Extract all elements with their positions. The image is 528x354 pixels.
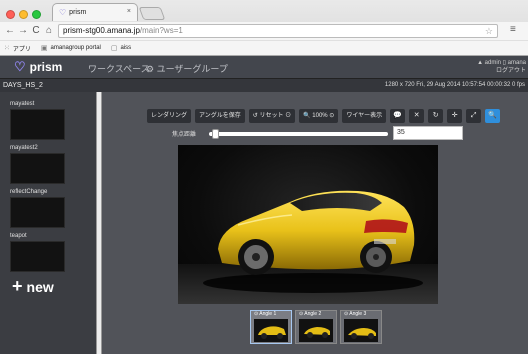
reset-button[interactable]: ↺ リセット ⊙ (248, 109, 296, 123)
url-path: /main?ws=1 (139, 26, 183, 35)
scene-label: mayatest2 (10, 145, 38, 151)
browser-menu-icon[interactable]: ≡ (510, 24, 516, 35)
forward-button[interactable]: → (17, 24, 29, 38)
address-bar[interactable]: prism-stg00.amana.jp/main?ws=1 ☆ (58, 24, 498, 38)
browser-chrome: ♡ prism × ← → C ⌂ prism-stg00.amana.jp/m… (0, 0, 528, 56)
angle-card[interactable]: ⊙ Angle 2 (295, 310, 337, 344)
angle-card[interactable]: ⊙ Angle 1 (250, 310, 292, 344)
render-button[interactable]: レンダリング (147, 109, 192, 123)
focal-length-input[interactable]: 35 (393, 126, 463, 140)
home-button[interactable]: ⌂ (43, 24, 55, 38)
close-window-button[interactable] (6, 10, 15, 19)
scene-sidebar: mayatest mayatest2 reflectChange teapot … (0, 92, 96, 354)
bookmark-label: アプリ (12, 46, 31, 53)
bookmarks-bar: ⁙ アプリ ▣ amanagroup portal ▢ aiss (0, 40, 528, 55)
browser-tab[interactable]: ♡ prism × (52, 3, 138, 21)
render-info: 1280 x 720 Fri, 29 Aug 2014 10:57:54 00:… (384, 82, 525, 88)
tab-close-icon[interactable]: × (127, 8, 131, 15)
tab-title: prism (69, 9, 87, 16)
new-tab-button[interactable] (138, 7, 166, 20)
prism-favicon-icon: ♡ (59, 8, 67, 17)
viewer-toolbar: レンダリング アングルを保存 ↺ リセット ⊙ 🔍 100% ⊙ ワイヤー表示 … (147, 109, 501, 123)
main-panel: レンダリング アングルを保存 ↺ リセット ⊙ 🔍 100% ⊙ ワイヤー表示 … (102, 92, 528, 354)
angle-thumbnail[interactable] (344, 319, 378, 342)
logo-text: prism (29, 60, 63, 74)
new-scene-button[interactable]: + new (12, 276, 54, 297)
car-thumbnail-image (258, 326, 286, 339)
page-icon: ▢ (110, 45, 118, 52)
bookmark-aiss[interactable]: ▢ aiss (111, 44, 131, 52)
page-icon: ▣ (40, 45, 48, 52)
search-icon[interactable]: 🔍 (485, 109, 501, 123)
browser-toolbar: ← → C ⌂ prism-stg00.amana.jp/main?ws=1 ☆… (0, 22, 528, 40)
angle-card[interactable]: ⊙ Angle 3 (340, 310, 382, 344)
url-host: prism-stg00.amana.jp (63, 26, 140, 35)
user-menu: ▲ admin ▯ amana ログアウト (477, 59, 526, 75)
expand-icon[interactable]: ⤢ (466, 109, 482, 123)
status-bar: DAYS_HS_2 1280 x 720 Fri, 29 Aug 2014 10… (0, 78, 528, 92)
prism-logo-icon: ♡ (14, 59, 26, 74)
shuffle-icon[interactable]: ✕ (409, 109, 425, 123)
window-controls (6, 10, 41, 19)
bookmark-apps[interactable]: ⁙ アプリ (4, 44, 31, 53)
save-angle-button[interactable]: アングルを保存 (195, 109, 245, 123)
scene-label: reflectChange (10, 189, 48, 195)
bookmark-portal[interactable]: ▣ amanagroup portal (41, 44, 101, 52)
minimize-window-button[interactable] (19, 10, 28, 19)
bookmark-label: amanagroup portal (50, 45, 101, 51)
angle-thumbnail[interactable] (254, 319, 288, 342)
scene-label: mayatest (10, 101, 35, 107)
scene-thumbnail[interactable] (10, 109, 65, 140)
angle-thumbnail[interactable] (299, 319, 333, 342)
car-thumbnail-image (304, 327, 330, 338)
slider-handle[interactable] (212, 129, 220, 139)
scene-thumbnail[interactable] (10, 241, 65, 272)
scene-item[interactable]: mayatest2 (10, 145, 65, 184)
rotate-icon[interactable]: ↻ (428, 109, 444, 123)
zoom-button[interactable]: 🔍 100% ⊙ (299, 109, 339, 123)
plus-icon: + (12, 276, 23, 296)
angle-label: ⊙ Angle 1 (254, 311, 277, 317)
bookmark-star-icon[interactable]: ☆ (485, 25, 493, 37)
user-name[interactable]: ▲ admin ▯ amana (477, 59, 526, 67)
scene-thumbnail[interactable] (10, 153, 65, 184)
scene-item[interactable]: reflectChange (10, 189, 65, 228)
move-icon[interactable]: ✛ (447, 109, 463, 123)
wireframe-button[interactable]: ワイヤー表示 (342, 109, 387, 123)
focal-length-label: 焦点距離 (172, 132, 197, 138)
bookmark-label: aiss (120, 45, 132, 51)
app-header: ♡ prism ワークスペース ⚙ ユーザーグループ ▲ admin ▯ ama… (0, 56, 528, 78)
nav-workspace[interactable]: ワークスペース (88, 62, 150, 75)
scene-thumbnail[interactable] (10, 197, 65, 228)
apps-icon: ⁙ (4, 45, 10, 52)
angle-label: ⊙ Angle 2 (299, 311, 322, 317)
car-thumbnail-image (348, 328, 376, 339)
scene-label: teapot (10, 233, 27, 239)
maximize-window-button[interactable] (32, 10, 41, 19)
scene-name: DAYS_HS_2 (3, 82, 43, 89)
car-render-image (203, 190, 423, 293)
scene-item[interactable]: mayatest (10, 101, 65, 140)
focal-length-slider[interactable] (209, 129, 388, 139)
reload-button[interactable]: C (30, 24, 42, 38)
logout-link[interactable]: ログアウト (477, 67, 526, 75)
app-logo[interactable]: ♡ prism (14, 59, 62, 75)
angle-label: ⊙ Angle 3 (344, 311, 367, 317)
comment-icon[interactable]: 💬 (390, 109, 406, 123)
nav-user-group[interactable]: ⚙ ユーザーグループ (146, 62, 228, 75)
new-label: new (26, 278, 54, 295)
back-button[interactable]: ← (4, 24, 16, 38)
scene-item[interactable]: teapot (10, 233, 65, 272)
angle-list: ⊙ Angle 1 ⊙ Angle 2 ⊙ Angle 3 (250, 310, 382, 344)
render-viewport[interactable] (178, 145, 438, 304)
